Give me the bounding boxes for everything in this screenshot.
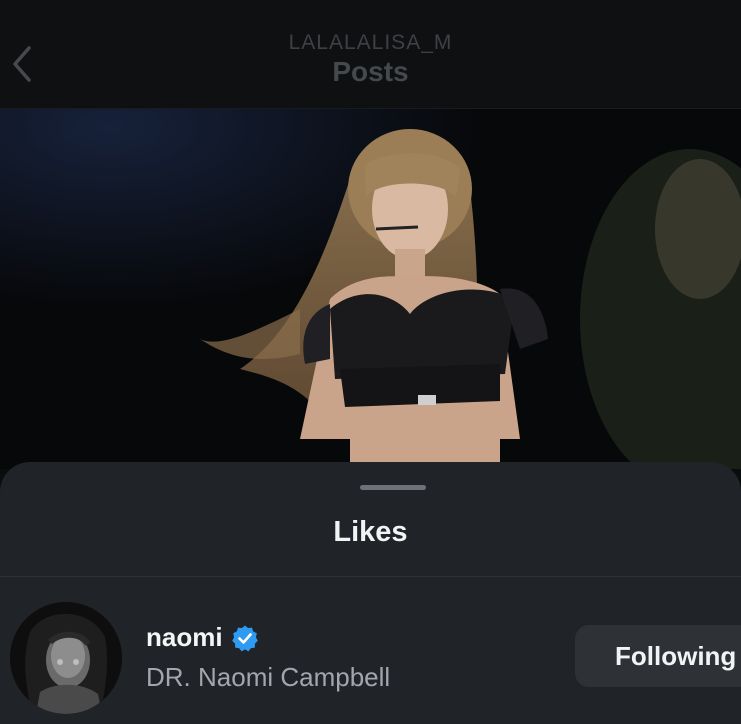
verified-badge-icon: [231, 625, 258, 651]
page-title: Posts: [332, 56, 409, 87]
following-label: Following: [615, 640, 737, 671]
following-button[interactable]: Following: [575, 625, 741, 687]
concert-photo: [0, 109, 741, 469]
app-screen: LALALALISA_M Posts Likes naomi DR. Naomi…: [0, 0, 741, 724]
top-nav-bar: LALALALISA_M Posts: [0, 0, 741, 109]
sheet-title: Likes: [333, 516, 408, 548]
username[interactable]: naomi: [146, 622, 223, 653]
header-username: LALALALISA_M: [288, 31, 453, 54]
likes-sheet: Likes naomi DR. Naomi Campbell Following: [0, 462, 741, 724]
full-name: DR. Naomi Campbell: [146, 662, 391, 692]
post-photo[interactable]: [0, 109, 741, 469]
divider: [0, 576, 741, 577]
list-item[interactable]: naomi DR. Naomi Campbell Following: [0, 600, 741, 714]
avatar[interactable]: [10, 602, 122, 714]
username-wrap: naomi: [146, 622, 259, 653]
sheet-grabber[interactable]: [360, 485, 426, 490]
avatar-photo: [10, 602, 122, 714]
